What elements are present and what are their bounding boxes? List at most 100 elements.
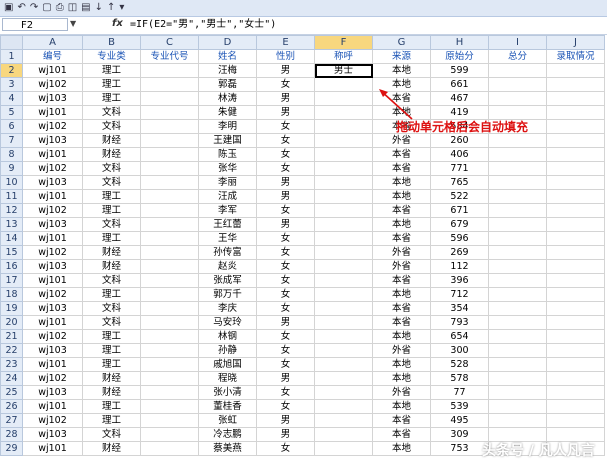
data-cell[interactable]: [140, 301, 199, 316]
data-cell[interactable]: [546, 203, 605, 218]
data-cell[interactable]: wj102: [22, 287, 83, 302]
data-cell[interactable]: [488, 91, 547, 106]
row-header[interactable]: 26: [0, 399, 23, 414]
data-cell[interactable]: 309: [430, 427, 489, 442]
data-cell[interactable]: [314, 147, 373, 162]
data-cell[interactable]: [314, 245, 373, 260]
data-cell[interactable]: 李丽: [198, 175, 257, 190]
data-cell[interactable]: 300: [430, 343, 489, 358]
data-cell[interactable]: 女: [256, 399, 315, 414]
data-cell[interactable]: 理工: [82, 77, 141, 92]
data-cell[interactable]: [314, 161, 373, 176]
data-cell[interactable]: 财经: [82, 371, 141, 386]
data-cell[interactable]: [488, 287, 547, 302]
data-cell[interactable]: 李庆: [198, 301, 257, 316]
data-cell[interactable]: 林涛: [198, 91, 257, 106]
data-cell[interactable]: [314, 133, 373, 148]
data-cell[interactable]: 本省: [372, 203, 431, 218]
data-cell[interactable]: 男: [256, 427, 315, 442]
data-cell[interactable]: [314, 315, 373, 330]
header-cell[interactable]: 总分: [488, 49, 547, 64]
data-cell[interactable]: 396: [430, 273, 489, 288]
data-cell[interactable]: 654: [430, 329, 489, 344]
data-cell[interactable]: 女: [256, 385, 315, 400]
data-cell[interactable]: [546, 119, 605, 134]
data-cell[interactable]: [546, 189, 605, 204]
data-cell[interactable]: 本地: [372, 63, 431, 78]
data-cell[interactable]: 男: [256, 189, 315, 204]
data-cell[interactable]: wj103: [22, 217, 83, 232]
data-cell[interactable]: wj102: [22, 413, 83, 428]
data-cell[interactable]: [546, 413, 605, 428]
data-cell[interactable]: 522: [430, 189, 489, 204]
data-cell[interactable]: [314, 357, 373, 372]
data-cell[interactable]: 理工: [82, 91, 141, 106]
data-cell[interactable]: [488, 357, 547, 372]
row-header[interactable]: 13: [0, 217, 23, 232]
data-cell[interactable]: [140, 231, 199, 246]
data-cell[interactable]: 理工: [82, 63, 141, 78]
data-cell[interactable]: wj103: [22, 343, 83, 358]
row-header[interactable]: 16: [0, 259, 23, 274]
data-cell[interactable]: 539: [430, 399, 489, 414]
data-cell[interactable]: [140, 315, 199, 330]
data-cell[interactable]: [546, 315, 605, 330]
data-cell[interactable]: 女: [256, 329, 315, 344]
data-cell[interactable]: [314, 413, 373, 428]
data-cell[interactable]: wj102: [22, 245, 83, 260]
data-cell[interactable]: [488, 77, 547, 92]
data-cell[interactable]: 本省: [372, 301, 431, 316]
data-cell[interactable]: wj103: [22, 175, 83, 190]
data-cell[interactable]: 本地: [372, 175, 431, 190]
data-cell[interactable]: wj102: [22, 371, 83, 386]
data-cell[interactable]: 王华: [198, 231, 257, 246]
data-cell[interactable]: 孙传富: [198, 245, 257, 260]
data-cell[interactable]: 本省: [372, 161, 431, 176]
data-cell[interactable]: 理工: [82, 203, 141, 218]
row-header[interactable]: 18: [0, 287, 23, 302]
data-cell[interactable]: [140, 259, 199, 274]
data-cell[interactable]: [140, 371, 199, 386]
data-cell[interactable]: [140, 133, 199, 148]
data-cell[interactable]: [546, 133, 605, 148]
data-cell[interactable]: 董桂香: [198, 399, 257, 414]
data-cell[interactable]: 理工: [82, 189, 141, 204]
data-cell[interactable]: [314, 427, 373, 442]
redo-icon[interactable]: ↷: [30, 1, 38, 15]
data-cell[interactable]: [488, 371, 547, 386]
print-icon[interactable]: ⎙: [56, 1, 64, 15]
data-cell[interactable]: [140, 329, 199, 344]
customize-icon[interactable]: ▾: [119, 1, 124, 15]
data-cell[interactable]: 女: [256, 119, 315, 134]
data-cell[interactable]: [546, 63, 605, 78]
data-cell[interactable]: wj101: [22, 399, 83, 414]
data-cell[interactable]: [488, 147, 547, 162]
data-cell[interactable]: [140, 161, 199, 176]
data-cell[interactable]: wj102: [22, 203, 83, 218]
data-cell[interactable]: 理工: [82, 329, 141, 344]
row-header[interactable]: 3: [0, 77, 23, 92]
data-cell[interactable]: wj103: [22, 427, 83, 442]
data-cell[interactable]: [488, 161, 547, 176]
header-cell[interactable]: 来源: [372, 49, 431, 64]
select-all-corner[interactable]: [0, 35, 23, 50]
data-cell[interactable]: [314, 441, 373, 456]
data-cell[interactable]: 王建国: [198, 133, 257, 148]
data-cell[interactable]: 本地: [372, 329, 431, 344]
data-cell[interactable]: 本省: [372, 427, 431, 442]
row-header[interactable]: 25: [0, 385, 23, 400]
data-cell[interactable]: 712: [430, 287, 489, 302]
data-cell[interactable]: [140, 441, 199, 456]
data-cell[interactable]: 文科: [82, 301, 141, 316]
row-header[interactable]: 24: [0, 371, 23, 386]
header-cell[interactable]: 专业代号: [140, 49, 199, 64]
data-cell[interactable]: 753: [430, 441, 489, 456]
row-header[interactable]: 20: [0, 315, 23, 330]
data-cell[interactable]: wj103: [22, 133, 83, 148]
data-cell[interactable]: 599: [430, 63, 489, 78]
data-cell[interactable]: 文科: [82, 217, 141, 232]
data-cell[interactable]: 679: [430, 217, 489, 232]
data-cell[interactable]: [488, 133, 547, 148]
data-cell[interactable]: 771: [430, 161, 489, 176]
row-header[interactable]: 23: [0, 357, 23, 372]
